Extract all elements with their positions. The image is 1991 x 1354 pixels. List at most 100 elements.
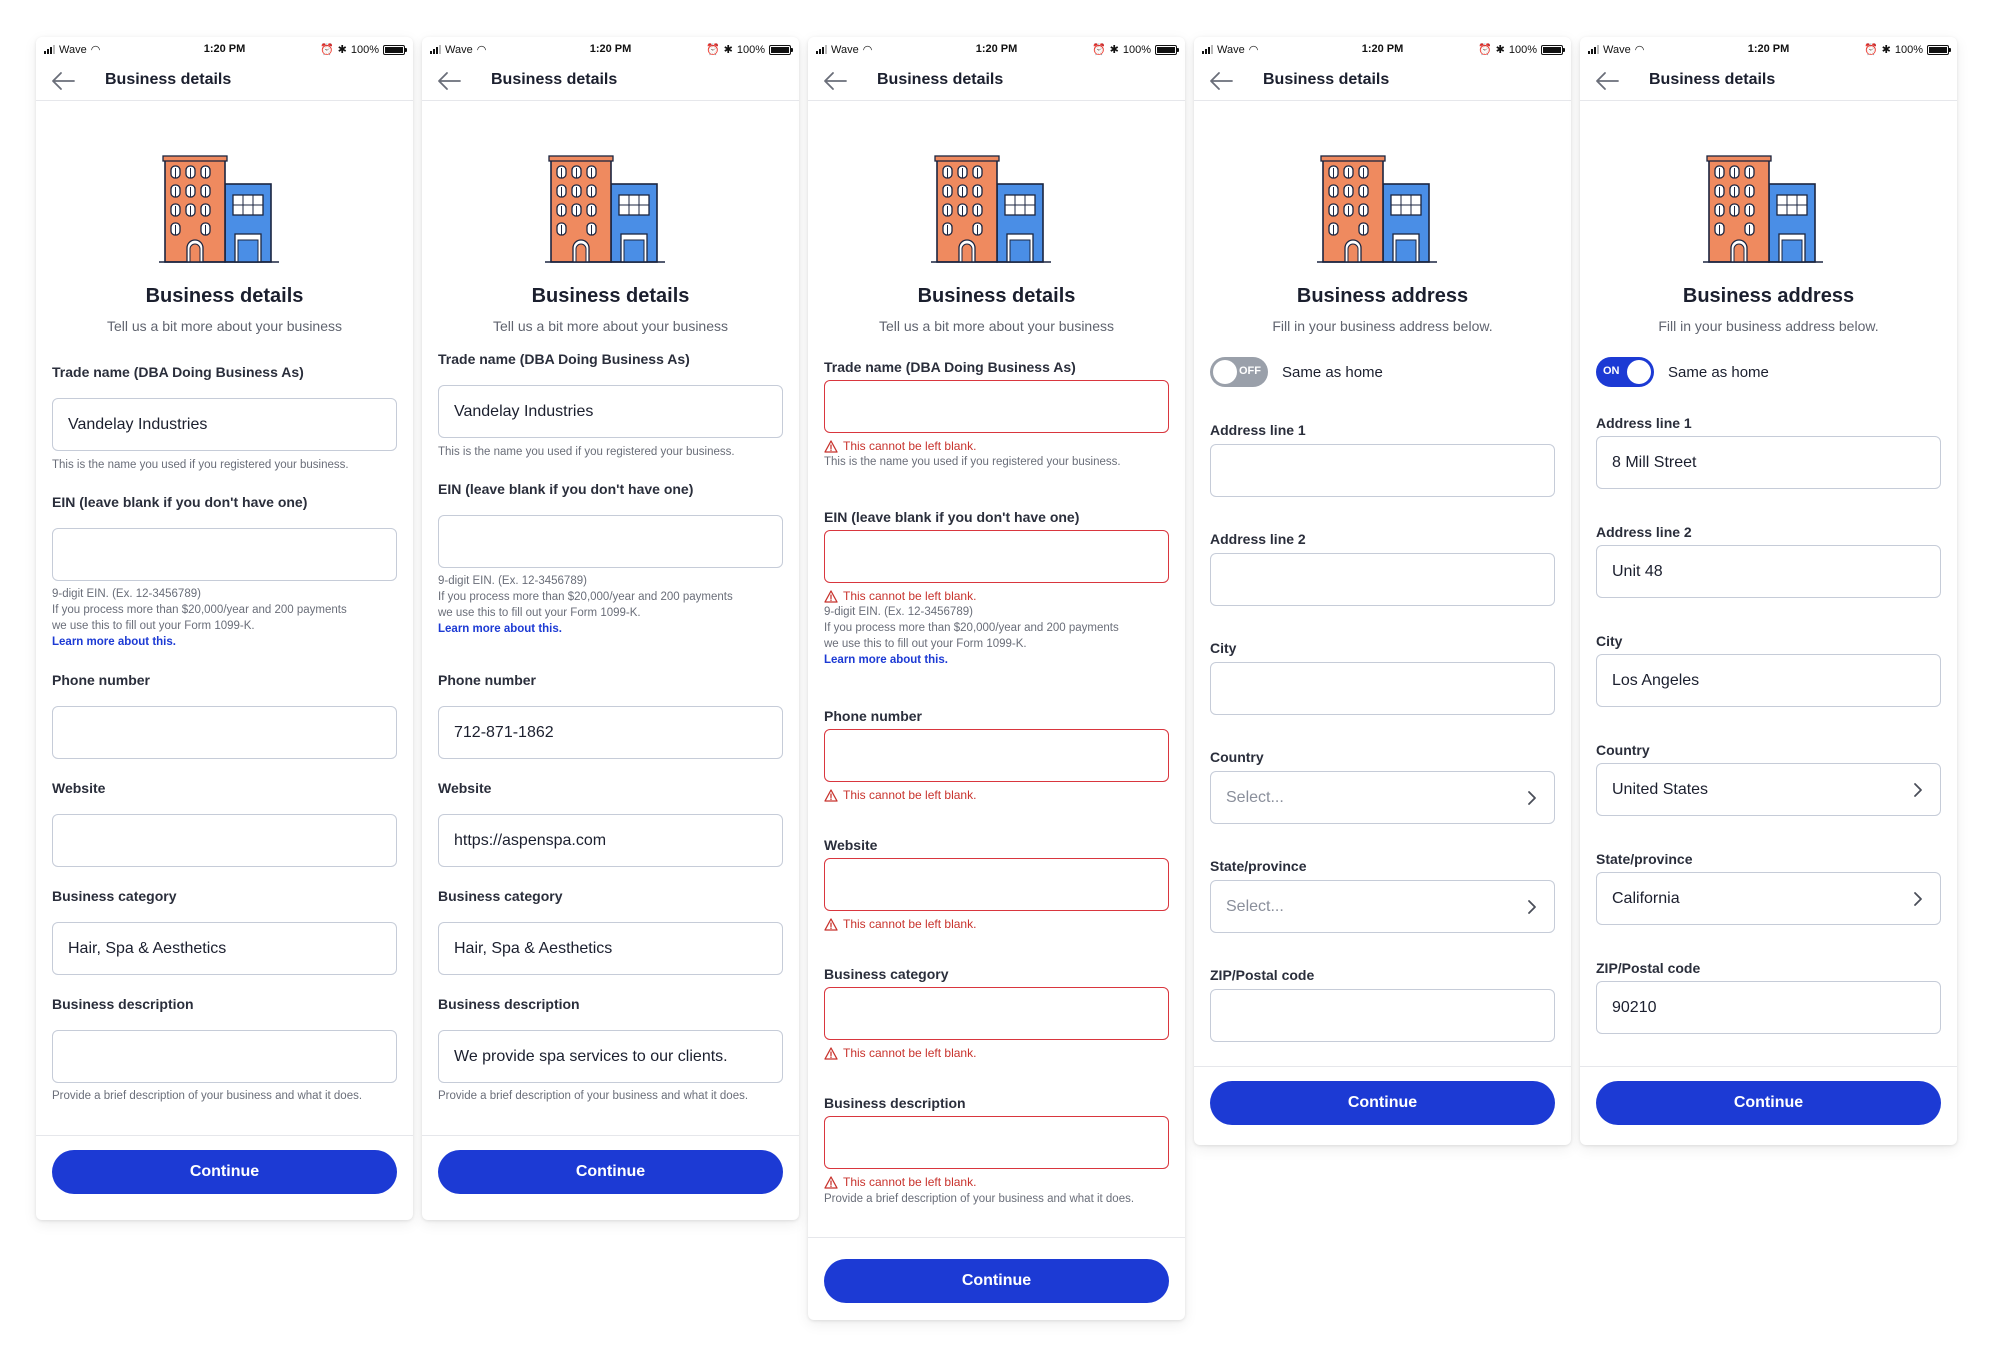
status-bar: Wave ◠ 1:20 PM ⏰ ✱ 100% <box>1194 37 1571 61</box>
building-illustration <box>545 150 665 270</box>
bluetooth-icon: ✱ <box>337 44 347 56</box>
state-select[interactable]: Select... <box>1210 880 1555 933</box>
description-label: Business description <box>824 1095 966 1111</box>
description-help: Provide a brief description of your busi… <box>824 1193 1135 1205</box>
continue-button[interactable]: Continue <box>824 1259 1169 1303</box>
back-arrow-icon[interactable] <box>1208 70 1234 92</box>
address2-value: Unit 48 <box>1612 563 1663 580</box>
same-as-home-toggle[interactable]: OFF <box>1210 357 1268 387</box>
footer-divider <box>1580 1066 1957 1067</box>
category-value: Hair, Spa & Aesthetics <box>454 940 613 957</box>
ein-help-format: 9-digit EIN. (Ex. 12-3456789) <box>824 606 973 618</box>
ein-help: 9-digit EIN. (Ex. 12-3456789) If you pro… <box>824 604 1174 668</box>
state-select[interactable]: California <box>1596 872 1941 925</box>
trade-name-value: Vandelay Industries <box>454 403 594 420</box>
same-as-home-toggle[interactable]: ON <box>1596 357 1654 387</box>
trade-name-value: Vandelay Industries <box>68 416 208 433</box>
trade-name-error: This cannot be left blank. <box>824 439 976 453</box>
city-label: City <box>1596 633 1623 649</box>
error-text: This cannot be left blank. <box>843 788 977 802</box>
zip-input[interactable] <box>1210 989 1555 1042</box>
nav-bar: Business details <box>1580 61 1957 101</box>
learn-more-link[interactable]: Learn more about this. <box>52 634 402 650</box>
address1-value: 8 Mill Street <box>1612 454 1697 471</box>
battery-percent: 100% <box>1508 43 1537 56</box>
ein-input[interactable] <box>438 515 783 568</box>
trade-name-label: Trade name (DBA Doing Business As) <box>52 364 304 380</box>
city-input[interactable]: Los Angeles <box>1596 654 1941 707</box>
phone-input[interactable]: 712-871-1862 <box>438 706 783 759</box>
alarm-icon: ⏰ <box>1477 44 1492 56</box>
alarm-icon: ⏰ <box>705 44 720 56</box>
learn-more-link[interactable]: Learn more about this. <box>824 652 1174 668</box>
city-input[interactable] <box>1210 662 1555 715</box>
ein-input[interactable] <box>824 530 1169 583</box>
ein-input[interactable] <box>52 528 397 581</box>
battery-percent: 100% <box>1894 43 1923 56</box>
battery-icon <box>1927 44 1951 55</box>
bluetooth-icon: ✱ <box>1495 44 1505 56</box>
zip-label: ZIP/Postal code <box>1210 967 1315 983</box>
trade-name-input[interactable] <box>824 380 1169 433</box>
phone-error: This cannot be left blank. <box>824 788 976 802</box>
country-label: Country <box>1210 749 1264 765</box>
battery-percent: 100% <box>736 43 765 56</box>
back-arrow-icon[interactable] <box>436 70 462 92</box>
status-bar: Wave ◠ 1:20 PM ⏰ ✱ 100% <box>1580 37 1957 61</box>
category-input[interactable]: Hair, Spa & Aesthetics <box>438 922 783 975</box>
building-illustration <box>931 150 1051 270</box>
battery-icon <box>1155 44 1179 55</box>
footer-divider <box>808 1237 1185 1238</box>
address1-input[interactable]: 8 Mill Street <box>1596 436 1941 489</box>
ein-label: EIN (leave blank if you don't have one) <box>52 494 308 510</box>
chevron-right-icon <box>1528 791 1536 805</box>
description-input[interactable] <box>52 1030 397 1083</box>
nav-title: Business details <box>1263 71 1390 88</box>
category-input[interactable]: Hair, Spa & Aesthetics <box>52 922 397 975</box>
page-subheading: Tell us a bit more about your business <box>878 318 1114 334</box>
back-arrow-icon[interactable] <box>50 70 76 92</box>
country-select[interactable]: Select... <box>1210 771 1555 824</box>
continue-button[interactable]: Continue <box>1596 1081 1941 1125</box>
trade-name-help: This is the name you used if you registe… <box>438 446 735 458</box>
description-help: Provide a brief description of your busi… <box>52 1090 363 1102</box>
error-text: This cannot be left blank. <box>843 1175 977 1189</box>
address2-input[interactable] <box>1210 553 1555 606</box>
continue-button[interactable]: Continue <box>52 1150 397 1194</box>
address2-input[interactable]: Unit 48 <box>1596 545 1941 598</box>
continue-button[interactable]: Continue <box>1210 1081 1555 1125</box>
building-illustration <box>1317 150 1437 270</box>
continue-button[interactable]: Continue <box>438 1150 783 1194</box>
country-value: United States <box>1612 781 1709 798</box>
phone-input[interactable] <box>52 706 397 759</box>
state-label: State/province <box>1210 858 1307 874</box>
toggle-state: ON <box>1603 365 1620 377</box>
website-error: This cannot be left blank. <box>824 917 976 931</box>
page-subheading: Fill in your business address below. <box>1272 318 1493 334</box>
description-input[interactable] <box>824 1116 1169 1169</box>
battery-icon <box>383 44 407 55</box>
ein-help-detail: If you process more than $20,000/year an… <box>438 591 733 619</box>
website-input[interactable]: https://aspenspa.com <box>438 814 783 867</box>
phone-input[interactable] <box>824 729 1169 782</box>
learn-more-link[interactable]: Learn more about this. <box>438 621 788 637</box>
country-select[interactable]: United States <box>1596 763 1941 816</box>
website-input[interactable] <box>824 858 1169 911</box>
zip-input[interactable]: 90210 <box>1596 981 1941 1034</box>
state-label: State/province <box>1596 851 1693 867</box>
website-input[interactable] <box>52 814 397 867</box>
back-arrow-icon[interactable] <box>1594 70 1620 92</box>
address1-input[interactable] <box>1210 444 1555 497</box>
description-input[interactable]: We provide spa services to our clients. <box>438 1030 783 1083</box>
trade-name-input[interactable]: Vandelay Industries <box>52 398 397 451</box>
category-input[interactable] <box>824 987 1169 1040</box>
status-bar: Wave ◠ 1:20 PM ⏰ ✱ 100% <box>36 37 413 61</box>
nav-bar: Business details <box>808 61 1185 101</box>
back-arrow-icon[interactable] <box>822 70 848 92</box>
zip-label: ZIP/Postal code <box>1596 960 1701 976</box>
chevron-right-icon <box>1914 892 1922 906</box>
building-illustration <box>159 150 279 270</box>
trade-name-input[interactable]: Vandelay Industries <box>438 385 783 438</box>
toggle-label: Same as home <box>1282 363 1383 381</box>
page-heading: Business address <box>1296 285 1469 307</box>
